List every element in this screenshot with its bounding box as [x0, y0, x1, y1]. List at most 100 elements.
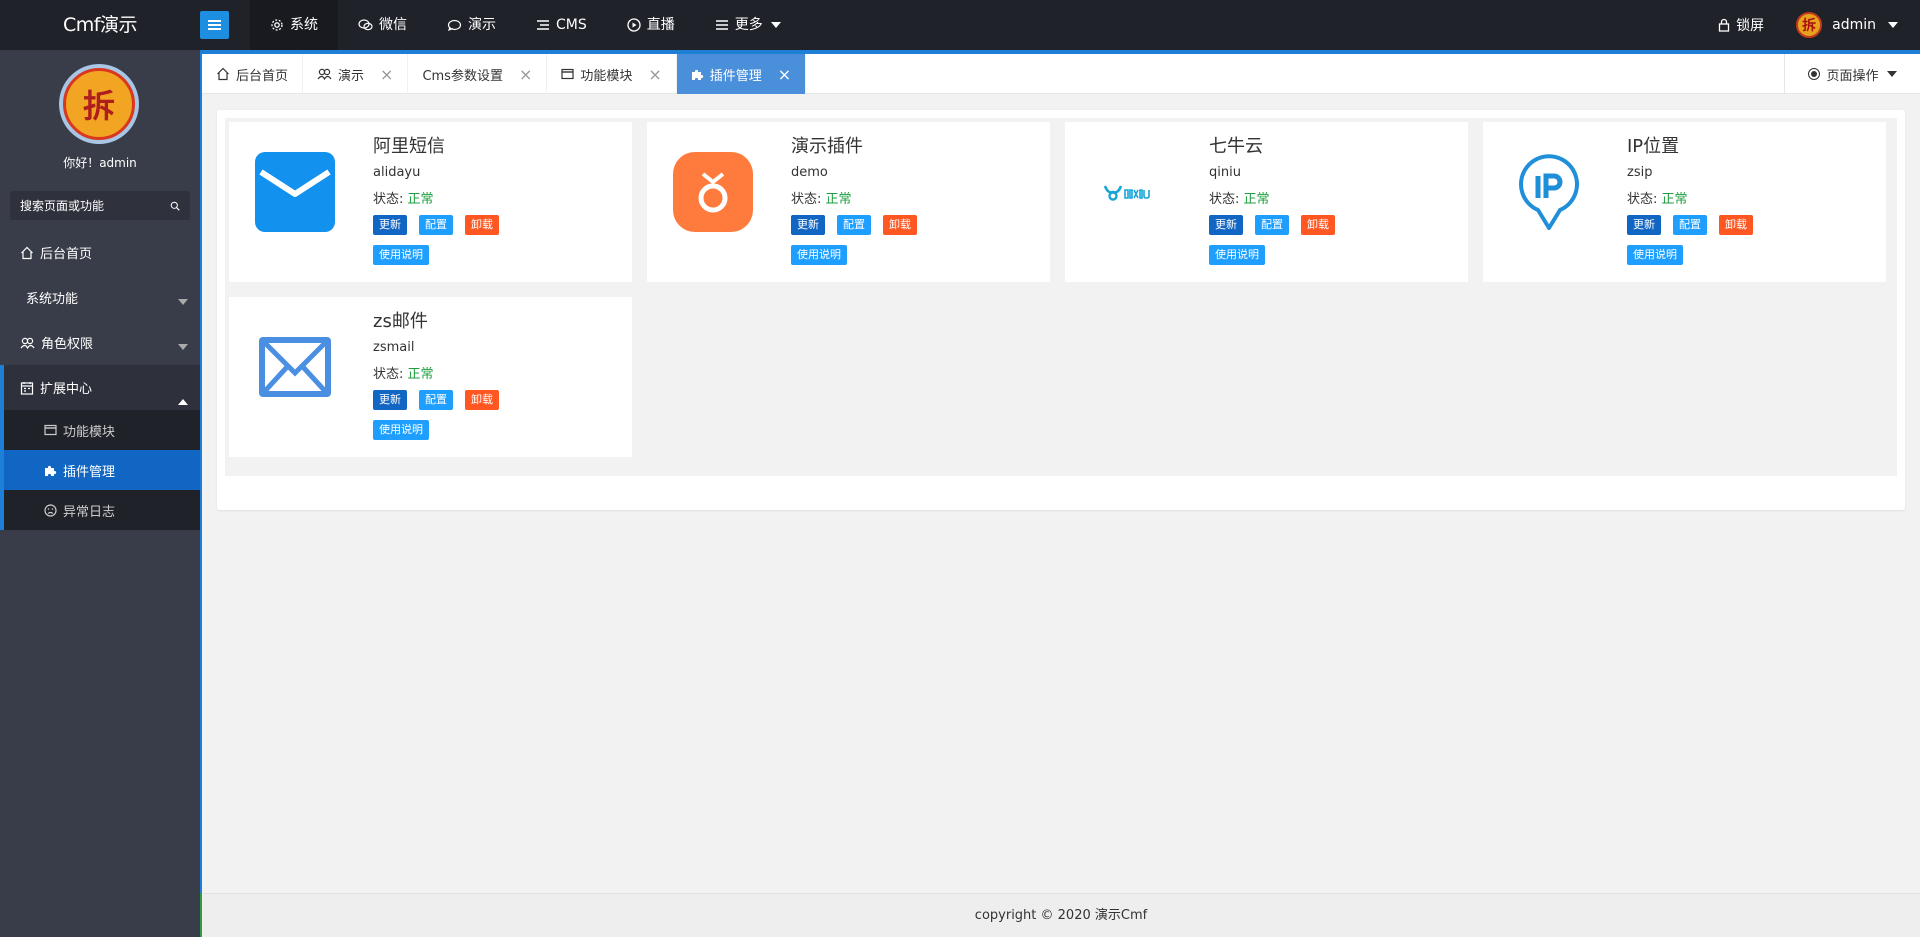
- sidebar-search-input[interactable]: [20, 198, 170, 213]
- hamburger-icon: [208, 20, 221, 30]
- close-icon[interactable]: ×: [778, 65, 791, 84]
- home-icon: [217, 67, 229, 81]
- top-nav: 系统 微信 演示 CMS 直播 更多: [250, 0, 801, 50]
- plugin-title: 演示插件: [791, 136, 863, 157]
- sidebar-item-plugin-management[interactable]: 插件管理: [0, 450, 200, 490]
- update-button[interactable]: 更新: [791, 215, 825, 235]
- sidebar-edge: [200, 50, 202, 937]
- gear-icon: [271, 19, 283, 31]
- tab-dashboard[interactable]: 后台首页: [202, 54, 304, 94]
- docs-button[interactable]: 使用说明: [791, 245, 847, 265]
- tab-label: Cms参数设置: [422, 68, 503, 84]
- status-label: 状态:: [1627, 192, 1662, 207]
- nav-item-demo[interactable]: 演示: [427, 0, 516, 50]
- config-button[interactable]: 配置: [837, 215, 871, 235]
- caret-down-icon: [770, 22, 781, 28]
- plugin-actions-secondary: 使用说明: [373, 245, 499, 265]
- uninstall-button[interactable]: 卸载: [1719, 215, 1753, 235]
- tab-plugin-management[interactable]: 插件管理 ×: [676, 54, 807, 94]
- tab-function-modules[interactable]: 功能模块 ×: [547, 54, 677, 94]
- config-button[interactable]: 配置: [1673, 215, 1707, 235]
- docs-button[interactable]: 使用说明: [373, 245, 429, 265]
- config-button[interactable]: 配置: [419, 390, 453, 410]
- close-icon[interactable]: ×: [519, 65, 532, 84]
- sidebar-item-error-log[interactable]: 异常日志: [0, 490, 200, 530]
- plugin-info: 演示插件 demo 状态: 正常 更新 配置 卸载 使用说明: [791, 134, 917, 265]
- sidebar-item-label: 功能模块: [63, 424, 116, 440]
- frown-icon: [44, 503, 57, 517]
- footer: copyright © 2020 演示Cmf: [202, 893, 1920, 937]
- page-tabs: 后台首页 演示 × Cms参数设置 × 功能模块 × 插件管理 ×: [202, 54, 1920, 94]
- plugin-actions: 更新 配置 卸载: [373, 215, 499, 235]
- sidebar-item-roles[interactable]: 角色权限: [0, 320, 200, 365]
- plugin-actions: 更新 配置 卸载: [791, 215, 917, 235]
- avatar-image: 拆: [63, 68, 135, 140]
- sidebar-avatar[interactable]: 拆: [59, 64, 139, 144]
- docs-button[interactable]: 使用说明: [1209, 245, 1265, 265]
- user-name: admin: [1832, 17, 1876, 33]
- nav-item-live[interactable]: 直播: [607, 0, 695, 50]
- plugin-status: 状态: 正常: [373, 191, 499, 209]
- sidebar-item-function-modules[interactable]: 功能模块: [0, 410, 200, 450]
- status-value: 正常: [407, 192, 434, 207]
- config-button[interactable]: 配置: [419, 215, 453, 235]
- status-label: 状态:: [1209, 192, 1244, 207]
- sidebar-item-label: 后台首页: [40, 247, 93, 262]
- chevron-up-icon: [178, 384, 188, 405]
- tab-cms-settings[interactable]: Cms参数设置 ×: [408, 54, 548, 94]
- uninstall-button[interactable]: 卸载: [465, 215, 499, 235]
- uninstall-button[interactable]: 卸载: [465, 390, 499, 410]
- plugin-card: 演示插件 demo 状态: 正常 更新 配置 卸载 使用说明: [647, 122, 1050, 282]
- close-icon[interactable]: ×: [648, 65, 661, 84]
- user-menu[interactable]: 拆 admin: [1786, 12, 1920, 38]
- nav-item-label: 演示: [468, 17, 496, 33]
- plugin-info: 七牛云 qiniu 状态: 正常 更新 配置 卸载 使用说明: [1209, 134, 1335, 265]
- nav-item-label: 直播: [646, 17, 675, 33]
- lock-screen-button[interactable]: 锁屏: [1696, 15, 1786, 35]
- sidebar-item-label: 角色权限: [41, 337, 94, 352]
- plugin-actions-secondary: 使用说明: [1209, 245, 1335, 265]
- nav-item-system[interactable]: 系统: [250, 0, 338, 50]
- plugin-status: 状态: 正常: [1627, 191, 1753, 209]
- tab-demo[interactable]: 演示 ×: [303, 54, 409, 94]
- plugin-actions: 更新 配置 卸载: [1627, 215, 1753, 235]
- plugin-icon-wrap: [673, 152, 753, 232]
- update-button[interactable]: 更新: [1627, 215, 1661, 235]
- tab-label: 演示: [338, 68, 365, 84]
- search-icon[interactable]: [170, 199, 180, 213]
- plugin-status: 状态: 正常: [791, 191, 917, 209]
- plugin-icon-wrap: [1091, 152, 1171, 232]
- plugin-name: qiniu: [1209, 165, 1241, 180]
- close-icon[interactable]: ×: [380, 65, 393, 84]
- page-operations-label: 页面操作: [1826, 68, 1879, 84]
- nav-item-cms[interactable]: CMS: [516, 0, 607, 50]
- user-avatar: 拆: [1796, 12, 1823, 38]
- uninstall-button[interactable]: 卸载: [1301, 215, 1335, 235]
- sidebar-item-dashboard[interactable]: 后台首页: [0, 230, 200, 275]
- update-button[interactable]: 更新: [1209, 215, 1243, 235]
- status-value: 正常: [407, 367, 434, 382]
- menu-toggle-button[interactable]: [200, 11, 229, 39]
- sidebar-item-label: 扩展中心: [40, 382, 93, 397]
- update-button[interactable]: 更新: [373, 215, 407, 235]
- sidebar-item-extensions[interactable]: 扩展中心: [0, 365, 200, 410]
- chevron-down-icon: [178, 299, 188, 305]
- update-button[interactable]: 更新: [373, 390, 407, 410]
- plugin-card: IP位置 zsip 状态: 正常 更新 配置 卸载 使用说明: [1483, 122, 1886, 282]
- app-logo[interactable]: Cmf演示: [0, 0, 200, 50]
- demo-icon: [447, 19, 462, 32]
- uninstall-button[interactable]: 卸载: [883, 215, 917, 235]
- nav-item-more[interactable]: 更多: [695, 0, 801, 50]
- docs-button[interactable]: 使用说明: [1627, 245, 1683, 265]
- sidebar-item-system-functions[interactable]: 系统功能: [0, 275, 200, 320]
- nav-item-wechat[interactable]: 微信: [338, 0, 427, 50]
- caret-down-icon: [1886, 71, 1897, 77]
- docs-button[interactable]: 使用说明: [373, 420, 429, 440]
- mail-outline-icon: [259, 337, 331, 397]
- plugin-icon-wrap: [255, 327, 335, 407]
- page-operations-button[interactable]: 页面操作: [1784, 54, 1920, 94]
- calendar-icon: [20, 381, 34, 395]
- sidebar-item-label: 系统功能: [26, 292, 79, 307]
- config-button[interactable]: 配置: [1255, 215, 1289, 235]
- plugin-actions: 更新 配置 卸载: [1209, 215, 1335, 235]
